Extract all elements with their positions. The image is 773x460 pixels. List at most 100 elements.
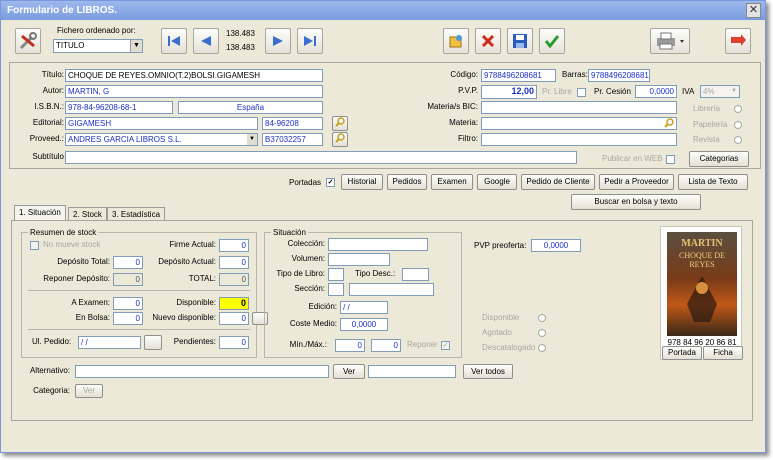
editorial-search-icon[interactable]	[332, 116, 348, 131]
tab-estadistica[interactable]: 3. Estadística	[107, 207, 166, 221]
tipo-desc-field[interactable]	[402, 268, 429, 281]
portadas-checkbox[interactable]: ✓	[326, 178, 335, 187]
descatalogado-radio[interactable]	[538, 344, 546, 352]
titulo-label: Título:	[41, 70, 64, 79]
no-mueve-checkbox[interactable]	[30, 241, 39, 250]
materia-field[interactable]	[481, 117, 677, 130]
disponible-field[interactable]: 0	[219, 297, 249, 310]
disponible-radio[interactable]	[538, 314, 546, 322]
pvp-preoferta-field[interactable]: 0,0000	[531, 239, 581, 252]
isbn-label: I.S.B.N.:	[34, 102, 64, 111]
alternativo-field[interactable]	[75, 365, 329, 378]
chevron-down-icon[interactable]: ▼	[729, 86, 739, 97]
pr-cesion-field[interactable]: 0,0000	[635, 85, 677, 98]
seccion-label: Sección:	[294, 284, 325, 293]
isbn-field[interactable]: 978-84-96208-68-1	[65, 101, 173, 114]
iva-label: IVA	[682, 87, 695, 96]
publicar-web-checkbox[interactable]	[666, 155, 675, 164]
disponible-label: Disponible:	[176, 298, 216, 307]
subtitulo-field[interactable]	[65, 151, 577, 164]
titulo-field[interactable]: CHOQUE DE REYES.OMNIO(T.2)BOLSI.GIGAMESH	[65, 69, 323, 82]
max-field[interactable]: 0	[371, 339, 401, 352]
iva-select[interactable]: 4% ▼	[700, 85, 740, 98]
close-icon[interactable]: ✕	[746, 3, 761, 18]
new-record-icon[interactable]	[443, 28, 469, 54]
search-icon[interactable]	[664, 118, 674, 129]
reponer-checkbox[interactable]: ✓	[441, 341, 450, 350]
ver-todos-button[interactable]: Ver todos	[463, 364, 513, 379]
portada-button[interactable]: Portada	[662, 346, 702, 360]
google-button[interactable]: Google	[477, 174, 517, 190]
counter-top: 138.483	[226, 29, 255, 38]
materia-bic-field[interactable]	[481, 101, 677, 114]
pais-field[interactable]: España	[178, 101, 323, 114]
proveed-search-icon[interactable]	[332, 132, 348, 147]
accept-icon[interactable]	[539, 28, 565, 54]
chevron-down-icon[interactable]: ▼	[130, 40, 142, 52]
first-record-button[interactable]	[161, 28, 187, 54]
firme-field[interactable]: 0	[219, 239, 249, 252]
categoria-ver-button[interactable]: Ver	[75, 384, 103, 398]
examen-button[interactable]: Examen	[431, 174, 473, 190]
codigo-field[interactable]: 9788496208681	[481, 69, 556, 82]
pvp-field[interactable]: 12,00	[481, 85, 537, 99]
proveed-code-field[interactable]: B37032257	[262, 133, 323, 146]
pr-libre-checkbox[interactable]	[577, 88, 586, 97]
buscar-bolsa-button[interactable]: Buscar en bolsa y texto	[571, 194, 701, 210]
proveed-select[interactable]: ANDRES GARCIA LIBROS S.L. ▼	[65, 133, 258, 146]
tipo-libro-field[interactable]	[328, 268, 344, 281]
en-bolsa-field[interactable]: 0	[113, 312, 143, 325]
a-examen-field[interactable]: 0	[113, 297, 143, 310]
seccion-field[interactable]	[349, 283, 434, 296]
print-icon[interactable]	[650, 28, 690, 54]
materia-label: Materia:	[449, 118, 478, 127]
save-icon[interactable]	[507, 28, 533, 54]
editorial-code-field[interactable]: 84-96208	[262, 117, 323, 130]
tab-stock[interactable]: 2. Stock	[68, 207, 107, 221]
ul-pedido-field[interactable]: / /	[78, 336, 141, 349]
coste-medio-field[interactable]: 0,0000	[340, 318, 388, 331]
historial-button[interactable]: Historial	[341, 174, 383, 190]
tab-situacion[interactable]: 1. Situación	[14, 205, 66, 221]
edicion-field[interactable]: / /	[340, 301, 388, 314]
pedidos-button[interactable]: Pedidos	[387, 174, 427, 190]
agotado-radio[interactable]	[538, 329, 546, 337]
pendientes-field[interactable]: 0	[219, 336, 249, 349]
editorial-field[interactable]: GIGAMESH	[65, 117, 258, 130]
pedir-proveedor-button[interactable]: Pedir a Proveedor	[599, 174, 674, 190]
ficha-button[interactable]: Ficha	[703, 346, 743, 360]
categorias-button[interactable]: Categorias	[689, 151, 749, 167]
chevron-down-icon[interactable]: ▼	[247, 134, 257, 145]
alternativo-2-field[interactable]	[368, 365, 456, 378]
seccion-code-field[interactable]	[328, 283, 344, 296]
min-field[interactable]: 0	[335, 339, 365, 352]
codigo-label: Código:	[450, 70, 478, 79]
papeleria-radio[interactable]	[734, 121, 742, 129]
cover-panel: MARTIN CHOQUE DE REYES 978 84 96 20 86 8…	[660, 226, 742, 360]
tools-icon[interactable]	[15, 28, 41, 54]
en-bolsa-label: En Bolsa:	[75, 313, 110, 322]
sort-select[interactable]: TITULO ▼	[53, 39, 143, 53]
deposito-actual-field[interactable]: 0	[219, 256, 249, 269]
prev-record-button[interactable]	[193, 28, 219, 54]
revista-radio[interactable]	[734, 136, 742, 144]
lista-texto-button[interactable]: Lista de Texto	[678, 174, 748, 190]
next-record-button[interactable]	[265, 28, 291, 54]
exit-icon[interactable]	[725, 28, 751, 54]
pedido-cliente-button[interactable]: Pedido de Cliente	[521, 174, 595, 190]
ul-pedido-label: Ul. Pedido:	[32, 337, 72, 346]
last-record-button[interactable]	[297, 28, 323, 54]
nuevo-disponible-field[interactable]: 0	[219, 312, 249, 325]
volumen-field[interactable]	[328, 253, 390, 266]
filtro-field[interactable]	[481, 133, 677, 146]
libreria-radio[interactable]	[734, 105, 742, 113]
libreria-label: Librería	[693, 104, 721, 113]
deposito-total-field[interactable]: 0	[113, 256, 143, 269]
alternativo-label: Alternativo:	[29, 366, 70, 375]
autor-field[interactable]: MARTIN, G	[65, 85, 323, 98]
ver-button[interactable]: Ver	[333, 364, 365, 379]
coleccion-field[interactable]	[328, 238, 428, 251]
delete-icon[interactable]	[475, 28, 501, 54]
barras-field[interactable]: 9788496208681	[588, 69, 650, 82]
coleccion-label: Colección:	[287, 239, 325, 248]
